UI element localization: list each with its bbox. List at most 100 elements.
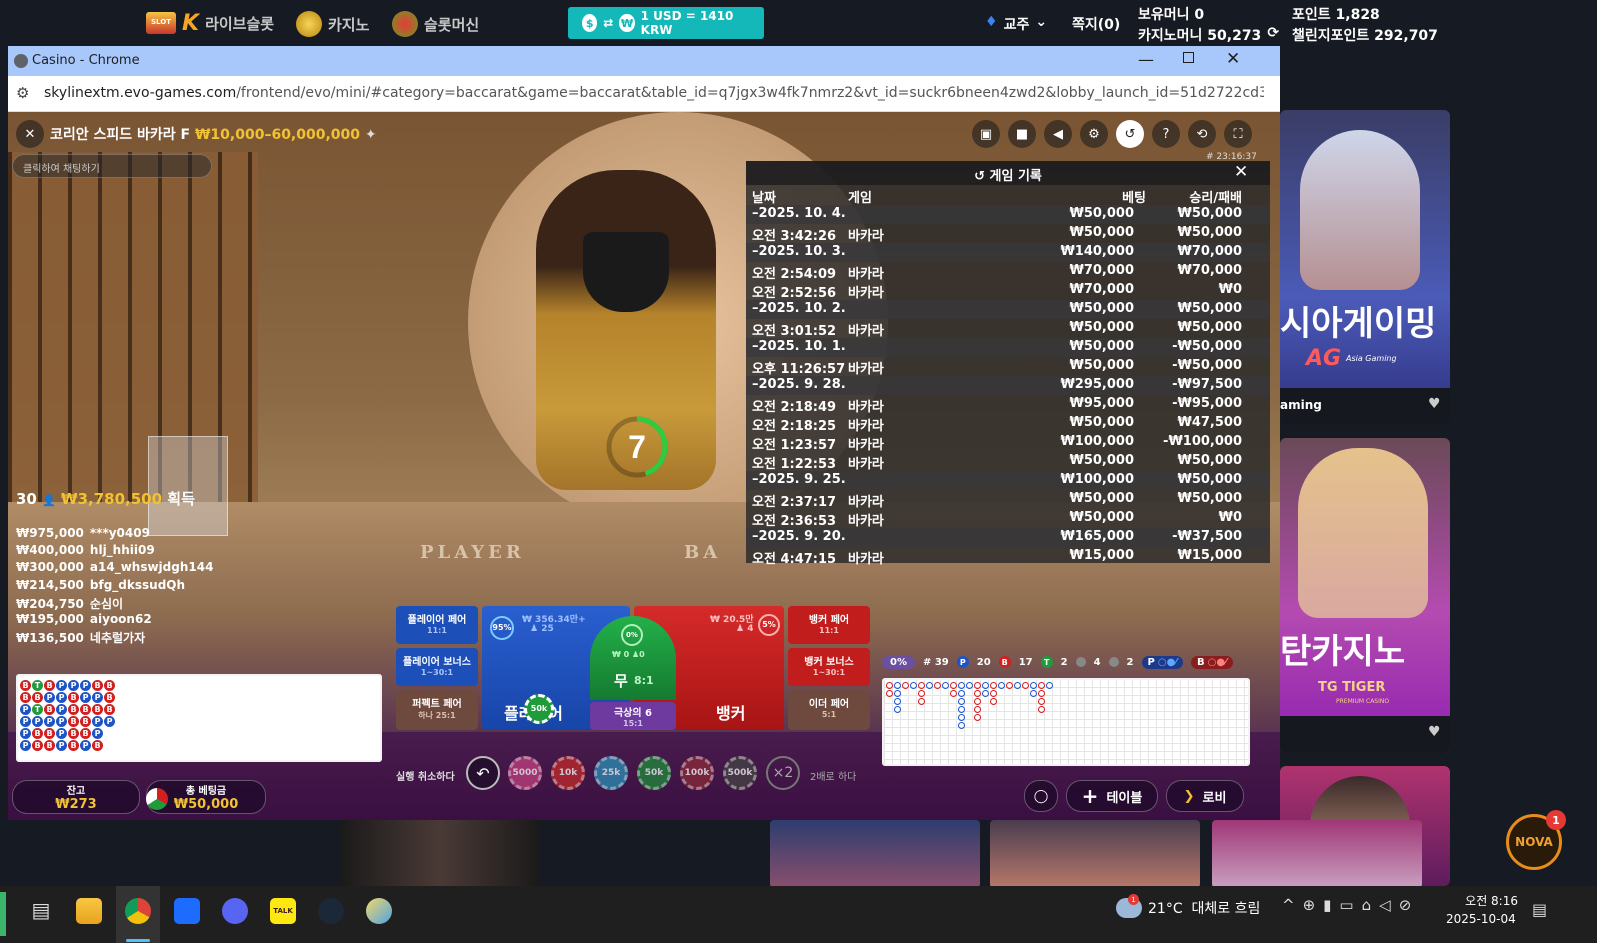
app-icon-feather[interactable] — [366, 898, 392, 924]
bet-perfect-pair[interactable]: 퍼펙트 페어 하나 25:1 — [396, 690, 478, 730]
lobby-button[interactable]: ❯ 로비 — [1166, 780, 1244, 812]
countdown-timer: 7 — [606, 416, 668, 478]
double-button[interactable]: ×2 — [766, 756, 800, 790]
history-row: 오후 11:26:57 바카라 ₩50,000 -₩50,000 — [746, 357, 1270, 377]
app-icon-m[interactable] — [174, 898, 200, 924]
close-history-icon[interactable]: ✕ — [1234, 162, 1248, 182]
tables-button[interactable]: + 테이블 — [1066, 780, 1158, 812]
bead: B — [68, 728, 79, 739]
history-date: 오전 1:22:53 — [752, 457, 837, 472]
game-thumb[interactable] — [1212, 820, 1422, 888]
url-path: /frontend/evo/mini/#category=baccarat&ga… — [236, 85, 1264, 101]
fullscreen-button[interactable]: ⛶ — [1224, 120, 1252, 148]
chat-toggle-button[interactable]: ◯ — [1024, 780, 1058, 812]
nav-live-slot[interactable]: K 라이브슬롯 — [182, 11, 274, 36]
banker-pair-dot-icon — [1108, 657, 1119, 667]
chip-25k[interactable]: 25k — [594, 756, 628, 790]
help-button[interactable]: ? — [1152, 120, 1180, 148]
bet-player-bonus[interactable]: 플레이어 보너스 1~30:1 — [396, 648, 478, 686]
chip-5000[interactable]: 5000 — [508, 756, 542, 790]
minimize-icon[interactable]: — — [1138, 50, 1154, 69]
kakaotalk-icon[interactable]: TALK — [270, 898, 296, 924]
maximize-icon[interactable] — [1183, 52, 1194, 63]
clock-date[interactable]: 2025-10-04 — [1446, 912, 1516, 926]
nav-live-slot-label: 라이브슬롯 — [205, 15, 275, 33]
game-history-panel: ↺ 게임 기록 ✕ 날짜 게임 베팅 승리/패배 –2025. 10. 4. ₩5… — [746, 161, 1270, 567]
heart-icon[interactable]: ♥ — [1428, 396, 1441, 412]
site-info-icon[interactable]: ⚙ — [16, 84, 29, 102]
close-icon[interactable]: ✕ — [1226, 49, 1240, 69]
task-view-icon[interactable]: ▤ — [28, 898, 54, 924]
history-bet: ₩50,000 — [1069, 320, 1134, 335]
undo-button[interactable]: ↶ — [466, 756, 500, 790]
bet-super6[interactable]: 극상의 6 15:1 — [590, 702, 676, 730]
address-bar[interactable]: ⚙ skylinextm.evo-games.com/frontend/evo/… — [8, 76, 1280, 112]
bead: P — [32, 716, 43, 727]
file-explorer-icon[interactable] — [76, 898, 102, 924]
player-ask-button[interactable]: P ○●⁄ — [1141, 655, 1183, 669]
history-bet: ₩50,000 — [1069, 339, 1134, 354]
heart-icon[interactable]: ♥ — [1428, 724, 1441, 740]
notification-icon[interactable]: ▤ — [1532, 900, 1547, 919]
game-thumb[interactable] — [770, 820, 980, 888]
bet-player-pair[interactable]: 플레이어 페어 11:1 — [396, 606, 478, 644]
bead: P — [20, 740, 31, 751]
nav-casino[interactable]: 카지노 — [296, 11, 369, 37]
bet-banker-pair[interactable]: 뱅커 페어 11:1 — [788, 606, 870, 644]
nav-slot-machine[interactable]: 슬롯머신 — [392, 11, 479, 37]
title-bar[interactable]: Casino - Chrome — ✕ — [8, 46, 1280, 76]
history-row: 오전 2:54:09 바카라 ₩70,000 ₩70,000 — [746, 262, 1270, 282]
discord-icon[interactable] — [222, 898, 248, 924]
chip-100k[interactable]: 100k — [680, 756, 714, 790]
history-game: 바카라 — [848, 362, 884, 377]
bet-either-pair[interactable]: 이더 페어 5:1 — [788, 690, 870, 730]
chip-500k[interactable]: 500k — [723, 756, 757, 790]
chrome-icon[interactable] — [125, 898, 151, 924]
system-tray[interactable]: ^⊕▮▭⌂◁⊘ — [1282, 896, 1419, 914]
edge-strip — [0, 892, 6, 936]
banker-ask-button[interactable]: B ○●⁄ — [1190, 655, 1233, 669]
history-date: –2025. 9. 28. — [752, 377, 846, 392]
big-road-mark — [990, 682, 997, 689]
bet-tie[interactable]: 0% ₩ 0 ♟0 무 8:1 — [590, 616, 676, 700]
col-game: 게임 — [848, 191, 872, 206]
user-menu[interactable]: ♦ 교주 ⌄ — [985, 14, 1047, 34]
big-road-mark — [974, 714, 981, 721]
big-road-mark — [1038, 706, 1045, 713]
close-game-button[interactable]: ✕ — [16, 120, 44, 148]
chat-input[interactable]: 클릭하여 채팅하기 — [12, 154, 212, 178]
tg-tiger-card[interactable]: 탄카지노 TG TIGER PREMIUM CASINO ♥ — [1280, 438, 1450, 753]
lobby-switch-button[interactable]: ⟲ — [1188, 120, 1216, 148]
game-thumb[interactable] — [990, 820, 1200, 888]
messages-link[interactable]: 쪽지(0) — [1072, 14, 1120, 34]
window-title: Casino - Chrome — [32, 53, 140, 68]
super6-label: 극상의 6 — [613, 708, 653, 719]
url-domain: skylinextm.evo-games.com — [44, 85, 237, 101]
big-road-mark — [1022, 682, 1029, 689]
bet-perfect-pair-label: 퍼펙트 페어 — [412, 699, 462, 710]
history-date-row: –2025. 9. 20. ₩165,000 -₩37,500 — [746, 528, 1270, 547]
slot-logo[interactable]: SLOT — [146, 12, 176, 34]
clock-time[interactable]: 오전 8:16 — [1450, 892, 1518, 909]
pin-icon[interactable]: ✦ — [365, 127, 377, 143]
tie-count: 0 — [639, 650, 645, 659]
asia-gaming-card[interactable]: 시아게이밍 AG Asia Gaming aming ♥ — [1280, 110, 1450, 425]
winners-total: ₩3,780,500 — [61, 490, 163, 508]
video-button[interactable]: ■ — [1008, 120, 1036, 148]
undo-label: 실행 취소하다 — [396, 772, 455, 783]
exchange-rate-badge[interactable]: $ ⇄ ₩ 1 USD = 1410 KRW — [568, 7, 764, 39]
chip-50k[interactable]: 50k — [637, 756, 671, 790]
points: 포인트 1,828 — [1292, 7, 1380, 23]
settings-button[interactable]: ⚙ — [1080, 120, 1108, 148]
bet-banker-bonus[interactable]: 뱅커 보너스 1~30:1 — [788, 648, 870, 686]
chat-button[interactable]: ▣ — [972, 120, 1000, 148]
sound-button[interactable]: ◀ — [1044, 120, 1072, 148]
history-button[interactable]: ↺ — [1116, 120, 1144, 148]
steam-icon[interactable] — [318, 898, 344, 924]
weather-text[interactable]: 21°C 대체로 흐림 — [1148, 898, 1260, 918]
bead-grid: BBPPPPTBTPBBBPBPBBPPPPPPPBBBBBPPBBBPBPBP… — [20, 678, 140, 760]
big-road-mark — [958, 722, 965, 729]
chip-10k[interactable]: 10k — [551, 756, 585, 790]
placed-chip[interactable]: 50k — [524, 694, 554, 724]
refresh-icon[interactable]: ⟳ — [1267, 25, 1279, 45]
